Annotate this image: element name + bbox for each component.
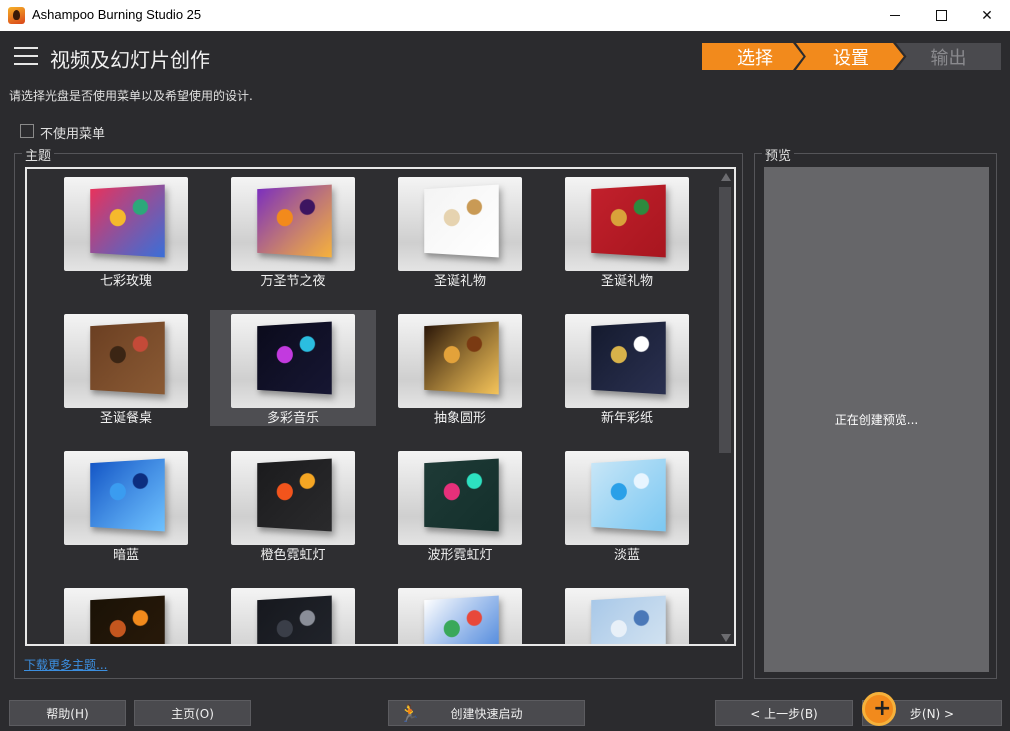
download-more-themes-link[interactable]: 下载更多主题...: [24, 656, 107, 673]
theme-tile[interactable]: 多彩音乐: [210, 310, 376, 426]
step-output: 输出: [896, 43, 1001, 70]
theme-label: 新年彩纸: [600, 411, 653, 426]
app-flame-icon: [8, 7, 25, 24]
maximize-button[interactable]: [918, 0, 964, 31]
quick-launch-button[interactable]: 🏃 创建快速启动: [388, 700, 585, 726]
theme-label: 淡蓝: [613, 548, 640, 563]
preview-area: 正在创建预览...: [764, 167, 989, 672]
instruction-text: 请选择光盘是否使用菜单以及希望使用的设计.: [9, 89, 253, 103]
theme-tile[interactable]: [210, 584, 376, 644]
theme-group-label: 主题: [22, 145, 55, 164]
home-button[interactable]: 主页(O): [134, 700, 251, 726]
minimize-button[interactable]: [872, 0, 918, 31]
theme-tile[interactable]: 圣诞礼物: [377, 173, 543, 289]
theme-thumbnail: [64, 451, 188, 545]
running-man-icon: 🏃: [399, 704, 421, 724]
theme-thumbnail: [231, 177, 355, 271]
title-bar: Ashampoo Burning Studio 25: [0, 0, 1010, 31]
theme-label: 暗蓝: [112, 548, 139, 563]
theme-thumbnail: [565, 177, 689, 271]
theme-tile[interactable]: [377, 584, 543, 644]
theme-tile[interactable]: 淡蓝: [544, 447, 710, 563]
theme-tile[interactable]: [43, 584, 209, 644]
theme-label: 圣诞礼物: [433, 274, 486, 289]
theme-thumbnail: [565, 588, 689, 644]
preview-group-label: 预览: [762, 145, 795, 164]
close-button[interactable]: [964, 0, 1010, 31]
theme-label: 橙色霓虹灯: [260, 548, 326, 563]
no-menu-checkbox[interactable]: [20, 124, 34, 138]
theme-tile[interactable]: [544, 584, 710, 644]
theme-tile[interactable]: 万圣节之夜: [210, 173, 376, 289]
theme-label: 波形霓虹灯: [427, 548, 493, 563]
theme-thumbnail: [565, 314, 689, 408]
theme-thumbnail: [398, 588, 522, 644]
theme-label: 万圣节之夜: [260, 274, 326, 289]
theme-tile[interactable]: 圣诞餐桌: [43, 310, 209, 426]
scroll-thumb[interactable]: [719, 187, 731, 453]
step-settings: 设置: [796, 43, 906, 70]
quick-launch-label: 创建快速启动: [450, 706, 523, 721]
theme-thumbnail: [398, 451, 522, 545]
page-title: 视频及幻灯片创作: [50, 48, 210, 72]
theme-thumbnail: [231, 588, 355, 644]
theme-tile[interactable]: 橙色霓虹灯: [210, 447, 376, 563]
scroll-down-arrow-icon[interactable]: [721, 634, 731, 642]
wizard-steps: 选择 设置 输出: [702, 43, 1001, 70]
theme-tile[interactable]: 七彩玫瑰: [43, 173, 209, 289]
theme-list-scrollbar[interactable]: [718, 171, 732, 644]
preview-status: 正在创建预览...: [834, 413, 919, 427]
theme-thumbnail: [64, 177, 188, 271]
step-select: 选择: [702, 43, 808, 70]
scroll-up-arrow-icon[interactable]: [721, 173, 731, 181]
window-title: Ashampoo Burning Studio 25: [32, 7, 202, 22]
theme-thumbnail: [398, 177, 522, 271]
theme-thumbnail: [64, 314, 188, 408]
theme-tile[interactable]: 圣诞礼物: [544, 173, 710, 289]
theme-tile[interactable]: 抽象圆形: [377, 310, 543, 426]
theme-tile[interactable]: 暗蓝: [43, 447, 209, 563]
theme-label: 抽象圆形: [433, 411, 486, 426]
no-menu-label[interactable]: 不使用菜单: [40, 123, 105, 142]
theme-label: 圣诞礼物: [600, 274, 653, 289]
zoom-plus-icon: [862, 692, 896, 726]
help-button[interactable]: 帮助(H): [9, 700, 126, 726]
theme-label: 七彩玫瑰: [99, 274, 152, 289]
theme-tile[interactable]: 新年彩纸: [544, 310, 710, 426]
theme-thumbnail: [231, 451, 355, 545]
theme-label: 圣诞餐桌: [99, 411, 152, 426]
theme-label: 多彩音乐: [266, 411, 319, 426]
previous-button[interactable]: < 上一步(B): [715, 700, 853, 726]
theme-list[interactable]: 淡蓝 波形霓虹灯 橙色霓虹灯 暗蓝 新年彩纸 抽象圆形 多彩音乐 圣诞餐桌 圣诞礼物 圣诞礼物 万圣…: [25, 167, 736, 646]
theme-thumbnail: [565, 451, 689, 545]
theme-thumbnail: [398, 314, 522, 408]
theme-thumbnail: [231, 314, 355, 408]
theme-tile[interactable]: 波形霓虹灯: [377, 447, 543, 563]
theme-thumbnail: [64, 588, 188, 644]
hamburger-menu-icon[interactable]: [14, 47, 38, 65]
